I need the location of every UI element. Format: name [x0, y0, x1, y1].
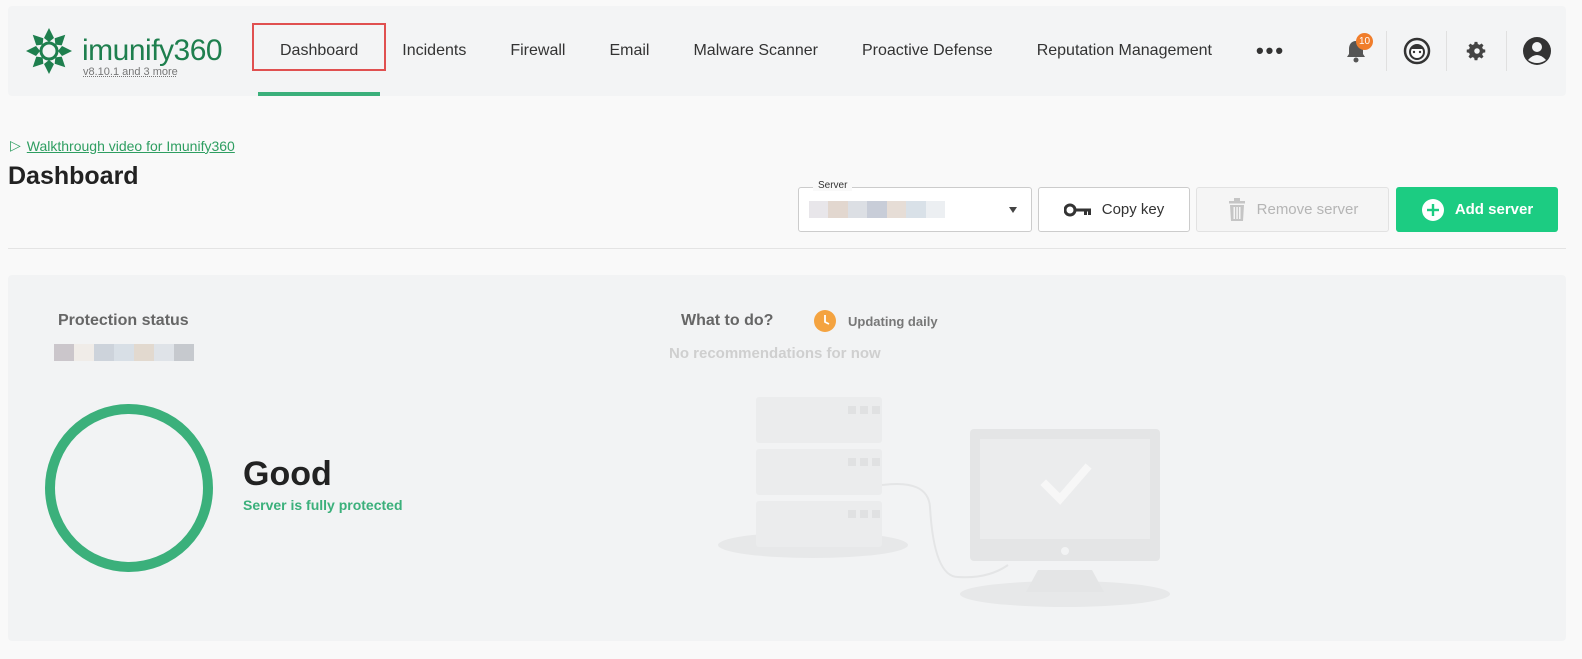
dashboard-card: Protection status Good Server is fully p…: [8, 275, 1566, 641]
logo-wordmark: imunify360: [82, 34, 223, 67]
imunify-logo[interactable]: imunify360 v8.10.1 and 3 more: [24, 26, 244, 84]
copy-key-button[interactable]: Copy key: [1038, 187, 1190, 232]
updating-daily-label: Updating daily: [848, 314, 938, 329]
page-title: Dashboard: [8, 162, 139, 190]
trash-icon: [1228, 197, 1245, 221]
nav-reputation-management[interactable]: Reputation Management: [1015, 6, 1234, 96]
protection-status-ring: [45, 404, 213, 572]
nav-incidents[interactable]: Incidents: [380, 6, 488, 96]
nav-malware-scanner[interactable]: Malware Scanner: [671, 6, 840, 96]
play-icon: ▷: [10, 137, 21, 153]
clock-icon: [814, 310, 836, 332]
nav-proactive-defense[interactable]: Proactive Defense: [840, 6, 1015, 96]
nav-dashboard[interactable]: Dashboard: [252, 6, 387, 96]
notification-count-badge: 10: [1356, 33, 1373, 50]
active-item-highlight: [252, 23, 387, 71]
no-recommendations-text: No recommendations for now: [669, 345, 881, 362]
server-select-label: Server: [813, 180, 853, 191]
key-icon: [1063, 203, 1091, 216]
protection-status-value: Good: [243, 455, 332, 493]
walkthrough-label: Walkthrough video for Imunify360: [26, 137, 235, 154]
protection-status-title: Protection status: [58, 312, 189, 329]
protection-subtitle-redacted: [54, 344, 194, 361]
top-navigation-bar: imunify360 v8.10.1 and 3 more Dashboard …: [8, 6, 1566, 96]
support-icon: [1403, 37, 1430, 65]
main-nav: Dashboard Incidents Firewall Email Malwa…: [252, 6, 1307, 96]
what-to-do-title: What to do?: [681, 312, 774, 329]
version-link[interactable]: v8.10.1 and 3 more: [83, 66, 178, 78]
remove-server-button[interactable]: Remove server: [1196, 187, 1389, 232]
nav-email[interactable]: Email: [587, 6, 671, 96]
plus-circle-icon: [1421, 198, 1444, 221]
add-server-button[interactable]: Add server: [1396, 187, 1558, 232]
server-monitor-illustration: [718, 397, 1170, 607]
settings-button[interactable]: [1446, 31, 1506, 71]
walkthrough-link[interactable]: ▷ Walkthrough video for Imunify360: [10, 137, 235, 154]
user-icon: [1522, 37, 1551, 65]
imunify-logo-icon: [26, 28, 72, 74]
support-button[interactable]: [1386, 31, 1446, 71]
server-value-redacted: [809, 201, 945, 218]
gear-icon: [1466, 41, 1485, 61]
protection-status-text: Server is fully protected: [243, 497, 403, 513]
user-menu-button[interactable]: [1506, 31, 1566, 71]
header-divider: [8, 248, 1566, 249]
notifications-button[interactable]: 10: [1326, 31, 1386, 71]
chevron-down-icon: [1009, 207, 1017, 213]
server-select[interactable]: Server: [798, 180, 1032, 232]
nav-more-menu[interactable]: •••: [1234, 6, 1307, 96]
nav-firewall[interactable]: Firewall: [488, 6, 587, 96]
header-actions: 10: [1326, 6, 1566, 96]
